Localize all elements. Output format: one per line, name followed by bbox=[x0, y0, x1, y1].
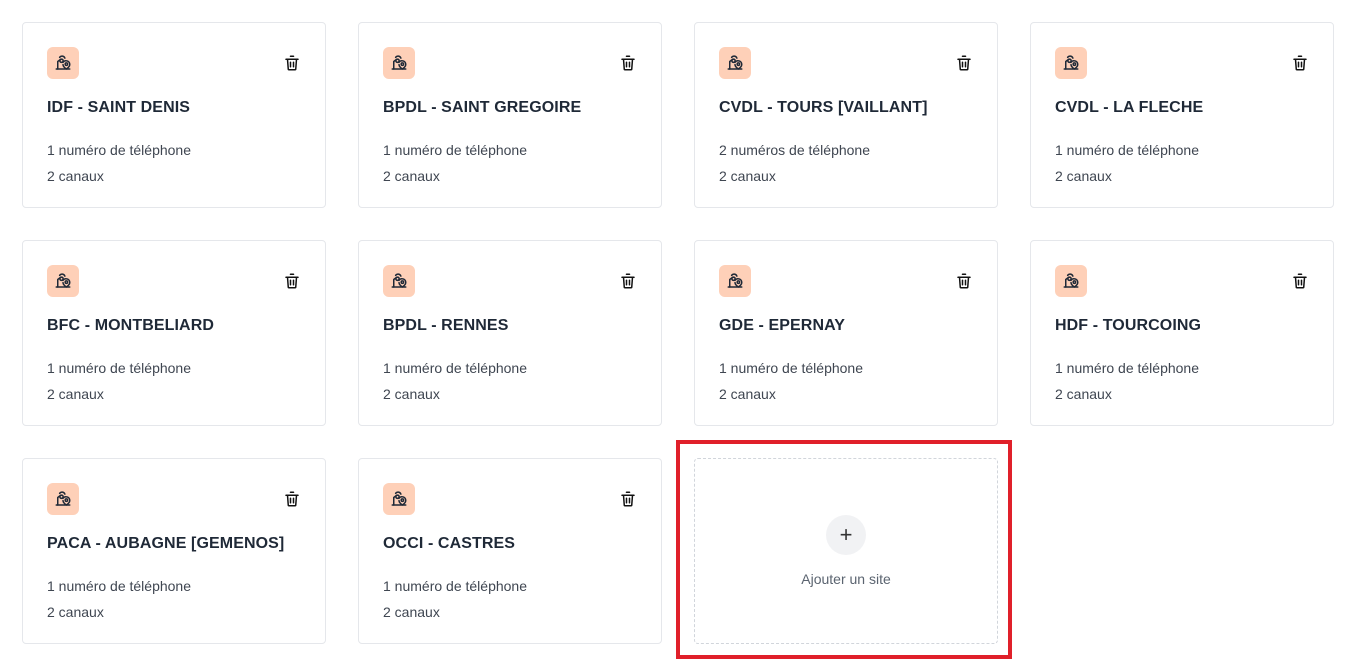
trash-icon bbox=[621, 55, 635, 71]
trash-icon bbox=[957, 55, 971, 71]
site-phone-count: 1 numéro de téléphone bbox=[1055, 360, 1199, 376]
map-pin-home-icon bbox=[719, 47, 751, 79]
site-card[interactable]: CVDL - LA FLECHE 1 numéro de téléphone 2… bbox=[1030, 22, 1334, 208]
site-channel-count: 2 canaux bbox=[383, 604, 440, 620]
delete-site-button[interactable] bbox=[283, 54, 301, 72]
delete-site-button[interactable] bbox=[283, 490, 301, 508]
site-card[interactable]: BPDL - SAINT GREGOIRE 1 numéro de téléph… bbox=[358, 22, 662, 208]
trash-icon bbox=[285, 273, 299, 289]
site-phone-count: 1 numéro de téléphone bbox=[719, 360, 863, 376]
site-card[interactable]: BFC - MONTBELIARD 1 numéro de téléphone … bbox=[22, 240, 326, 426]
site-meta: 1 numéro de téléphone 2 canaux bbox=[1055, 137, 1309, 189]
site-phone-count: 1 numéro de téléphone bbox=[383, 360, 527, 376]
site-name: BFC - MONTBELIARD bbox=[47, 317, 215, 334]
delete-site-button[interactable] bbox=[619, 490, 637, 508]
site-meta: 1 numéro de téléphone 2 canaux bbox=[383, 137, 637, 189]
site-phone-count: 2 numéros de téléphone bbox=[719, 142, 870, 158]
delete-site-button[interactable] bbox=[619, 272, 637, 290]
map-pin-home-icon bbox=[383, 483, 415, 515]
site-card[interactable]: IDF - SAINT DENIS 1 numéro de téléphone … bbox=[22, 22, 326, 208]
site-name: BPDL - RENNES bbox=[383, 317, 509, 334]
map-pin-home-icon bbox=[47, 483, 79, 515]
plus-icon: + bbox=[826, 515, 866, 555]
trash-icon bbox=[957, 273, 971, 289]
site-meta: 1 numéro de téléphone 2 canaux bbox=[47, 137, 301, 189]
site-card[interactable]: PACA - AUBAGNE [GEMENOS] 1 numéro de tél… bbox=[22, 458, 326, 644]
site-meta: 1 numéro de téléphone 2 canaux bbox=[383, 355, 637, 407]
site-card[interactable]: OCCI - CASTRES 1 numéro de téléphone 2 c… bbox=[358, 458, 662, 644]
trash-icon bbox=[1293, 273, 1307, 289]
delete-site-button[interactable] bbox=[1291, 272, 1309, 290]
map-pin-home-icon bbox=[719, 265, 751, 297]
site-name: BPDL - SAINT GREGOIRE bbox=[383, 99, 582, 116]
site-phone-count: 1 numéro de téléphone bbox=[47, 142, 191, 158]
site-channel-count: 2 canaux bbox=[1055, 168, 1112, 184]
trash-icon bbox=[1293, 55, 1307, 71]
site-meta: 1 numéro de téléphone 2 canaux bbox=[383, 573, 637, 625]
site-phone-count: 1 numéro de téléphone bbox=[383, 142, 527, 158]
site-name: GDE - EPERNAY bbox=[719, 317, 846, 334]
site-channel-count: 2 canaux bbox=[1055, 386, 1112, 402]
sites-grid: IDF - SAINT DENIS 1 numéro de téléphone … bbox=[22, 22, 1334, 644]
site-meta: 1 numéro de téléphone 2 canaux bbox=[47, 573, 301, 625]
site-card[interactable]: CVDL - TOURS [VAILLANT] 2 numéros de tél… bbox=[694, 22, 998, 208]
site-card[interactable]: GDE - EPERNAY 1 numéro de téléphone 2 ca… bbox=[694, 240, 998, 426]
site-channel-count: 2 canaux bbox=[47, 168, 104, 184]
site-name: OCCI - CASTRES bbox=[383, 535, 516, 552]
delete-site-button[interactable] bbox=[1291, 54, 1309, 72]
map-pin-home-icon bbox=[383, 265, 415, 297]
site-phone-count: 1 numéro de téléphone bbox=[383, 578, 527, 594]
trash-icon bbox=[285, 55, 299, 71]
site-name: IDF - SAINT DENIS bbox=[47, 99, 191, 116]
delete-site-button[interactable] bbox=[955, 54, 973, 72]
site-meta: 1 numéro de téléphone 2 canaux bbox=[719, 355, 973, 407]
site-channel-count: 2 canaux bbox=[719, 168, 776, 184]
map-pin-home-icon bbox=[1055, 47, 1087, 79]
site-card[interactable]: BPDL - RENNES 1 numéro de téléphone 2 ca… bbox=[358, 240, 662, 426]
delete-site-button[interactable] bbox=[619, 54, 637, 72]
site-name: HDF - TOURCOING bbox=[1055, 317, 1202, 334]
trash-icon bbox=[621, 273, 635, 289]
trash-icon bbox=[621, 491, 635, 507]
site-name: CVDL - LA FLECHE bbox=[1055, 99, 1204, 116]
delete-site-button[interactable] bbox=[955, 272, 973, 290]
map-pin-home-icon bbox=[47, 265, 79, 297]
site-phone-count: 1 numéro de téléphone bbox=[47, 578, 191, 594]
site-phone-count: 1 numéro de téléphone bbox=[1055, 142, 1199, 158]
map-pin-home-icon bbox=[1055, 265, 1087, 297]
site-phone-count: 1 numéro de téléphone bbox=[47, 360, 191, 376]
site-card[interactable]: HDF - TOURCOING 1 numéro de téléphone 2 … bbox=[1030, 240, 1334, 426]
site-channel-count: 2 canaux bbox=[47, 604, 104, 620]
site-channel-count: 2 canaux bbox=[383, 168, 440, 184]
site-name: CVDL - TOURS [VAILLANT] bbox=[719, 99, 928, 116]
add-site-button[interactable]: + Ajouter un site bbox=[694, 458, 998, 644]
map-pin-home-icon bbox=[383, 47, 415, 79]
site-meta: 2 numéros de téléphone 2 canaux bbox=[719, 137, 973, 189]
delete-site-button[interactable] bbox=[283, 272, 301, 290]
add-site-label: Ajouter un site bbox=[801, 571, 891, 587]
trash-icon bbox=[285, 491, 299, 507]
site-channel-count: 2 canaux bbox=[47, 386, 104, 402]
site-meta: 1 numéro de téléphone 2 canaux bbox=[47, 355, 301, 407]
site-channel-count: 2 canaux bbox=[383, 386, 440, 402]
site-meta: 1 numéro de téléphone 2 canaux bbox=[1055, 355, 1309, 407]
site-name: PACA - AUBAGNE [GEMENOS] bbox=[47, 535, 285, 552]
site-channel-count: 2 canaux bbox=[719, 386, 776, 402]
map-pin-home-icon bbox=[47, 47, 79, 79]
